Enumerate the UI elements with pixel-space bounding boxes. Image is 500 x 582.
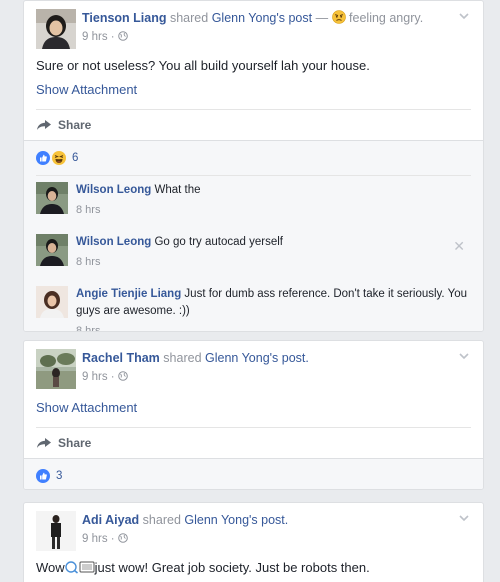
chevron-down-icon[interactable] [457, 351, 471, 361]
shared-label: shared [142, 513, 181, 527]
comment-avatar[interactable] [36, 286, 68, 318]
post-meta: 9 hrs · [82, 370, 447, 384]
show-attachment-link[interactable]: Show Attachment [24, 75, 483, 99]
comment-avatar[interactable] [36, 182, 68, 214]
post-author-link[interactable]: Adi Aiyad [82, 513, 139, 527]
post-text-prefix: Wow [36, 560, 65, 575]
post-word[interactable]: 's post [276, 11, 312, 25]
chevron-down-icon[interactable] [457, 513, 471, 523]
post-meta: 9 hrs · [82, 30, 447, 44]
post-header-text: Tienson Liang shared Glenn Yong's post —… [82, 10, 447, 44]
post-author-link[interactable]: Rachel Tham [82, 351, 160, 365]
original-author-link[interactable]: Glenn Yong [212, 11, 277, 25]
reactions-summary[interactable]: 6 [24, 141, 483, 175]
feedback-section: 6 Wilson Leong What the 8 hrs Wilson Leo… [24, 140, 483, 331]
post-card: Rachel Tham shared Glenn Yong's post. 9 … [23, 340, 484, 490]
reaction-count[interactable]: 6 [72, 152, 78, 164]
avatar-image [36, 9, 76, 49]
shared-label: shared [163, 351, 202, 365]
like-reaction-icon [36, 151, 50, 165]
post-card: Tienson Liang shared Glenn Yong's post —… [23, 0, 484, 332]
post-word[interactable]: 's post. [249, 513, 288, 527]
comment-time[interactable]: 8 hrs [76, 324, 471, 331]
comment: Wilson Leong Go go try autocad yerself 8… [36, 234, 471, 282]
comment-text: What the [154, 184, 201, 196]
feeling-text: feeling angry. [349, 11, 424, 25]
avatar[interactable] [36, 9, 76, 49]
meta-dot: · [107, 371, 118, 383]
comment-time[interactable]: 8 hrs [76, 203, 471, 217]
share-icon [37, 120, 51, 130]
reaction-count[interactable]: 3 [56, 470, 62, 482]
post-meta: 9 hrs · [82, 532, 447, 546]
post-header: Rachel Tham shared Glenn Yong's post. 9 … [24, 341, 483, 393]
comment-list: Wilson Leong What the 8 hrs Wilson Leong… [36, 175, 471, 331]
share-label: Share [58, 436, 92, 450]
share-icon [37, 438, 51, 448]
like-reaction-icon [36, 469, 50, 483]
post-text: just wow! Great job society. Just be rob… [94, 560, 370, 575]
close-icon[interactable]: ✕ [453, 238, 465, 255]
post-header: Adi Aiyad shared Glenn Yong's post. 9 hr… [24, 503, 483, 555]
show-attachment-link[interactable]: Show Attachment [24, 393, 483, 417]
post-text-row: Wow just wow! Great job society. Just be… [24, 555, 483, 577]
comment-author-link[interactable]: Wilson Leong [76, 184, 151, 196]
chevron-down-icon[interactable] [457, 11, 471, 21]
shared-label: shared [169, 11, 209, 25]
globe-icon [118, 533, 128, 543]
avatar-image [36, 182, 68, 214]
globe-icon [118, 371, 128, 381]
post-card: Adi Aiyad shared Glenn Yong's post. 9 hr… [23, 502, 484, 582]
post-header-text: Adi Aiyad shared Glenn Yong's post. 9 hr… [82, 512, 447, 546]
comment: Wilson Leong What the 8 hrs [36, 182, 471, 230]
dash: — [312, 11, 332, 25]
comment-body: Wilson Leong Go go try autocad yerself [76, 234, 471, 251]
feedback-section: 3 [24, 458, 483, 489]
post-time[interactable]: 9 hrs [82, 533, 108, 545]
avatar[interactable] [36, 511, 76, 551]
comment-author-link[interactable]: Wilson Leong [76, 236, 151, 248]
globe-icon [118, 31, 128, 41]
post-time[interactable]: 9 hrs [82, 371, 108, 383]
post-header-text: Rachel Tham shared Glenn Yong's post. 9 … [82, 350, 447, 384]
comment-text: Go go try autocad yerself [154, 236, 283, 248]
comment-body: Angie Tienjie Liang Just for dumb ass re… [76, 286, 471, 320]
avatar-image [36, 234, 68, 266]
avatar-image [36, 349, 76, 389]
angry-face-icon [331, 10, 346, 24]
emoji-icon [64, 561, 95, 574]
post-text: Sure or not useless? You all build yours… [36, 58, 370, 73]
share-label: Share [58, 118, 92, 132]
comment: Angie Tienjie Liang Just for dumb ass re… [36, 286, 471, 331]
comment-author-link[interactable]: Angie Tienjie Liang [76, 288, 181, 300]
meta-dot: · [107, 31, 118, 43]
post-word[interactable]: 's post. [270, 351, 309, 365]
comment-avatar[interactable] [36, 234, 68, 266]
haha-reaction-icon [52, 151, 66, 165]
reactions-summary[interactable]: 3 [24, 459, 483, 489]
avatar-image [36, 511, 76, 551]
original-author-link[interactable]: Glenn Yong [205, 351, 270, 365]
avatar[interactable] [36, 349, 76, 389]
avatar-image [36, 286, 68, 318]
comment-time[interactable]: 8 hrs [76, 255, 471, 269]
comment-body: Wilson Leong What the [76, 182, 471, 199]
share-button[interactable]: Share [24, 110, 483, 140]
meta-dot: · [107, 533, 118, 545]
post-author-link[interactable]: Tienson Liang [82, 11, 167, 25]
share-button[interactable]: Share [24, 428, 483, 458]
post-header: Tienson Liang shared Glenn Yong's post —… [24, 1, 483, 53]
original-author-link[interactable]: Glenn Yong [184, 513, 249, 527]
post-time[interactable]: 9 hrs [82, 31, 108, 43]
